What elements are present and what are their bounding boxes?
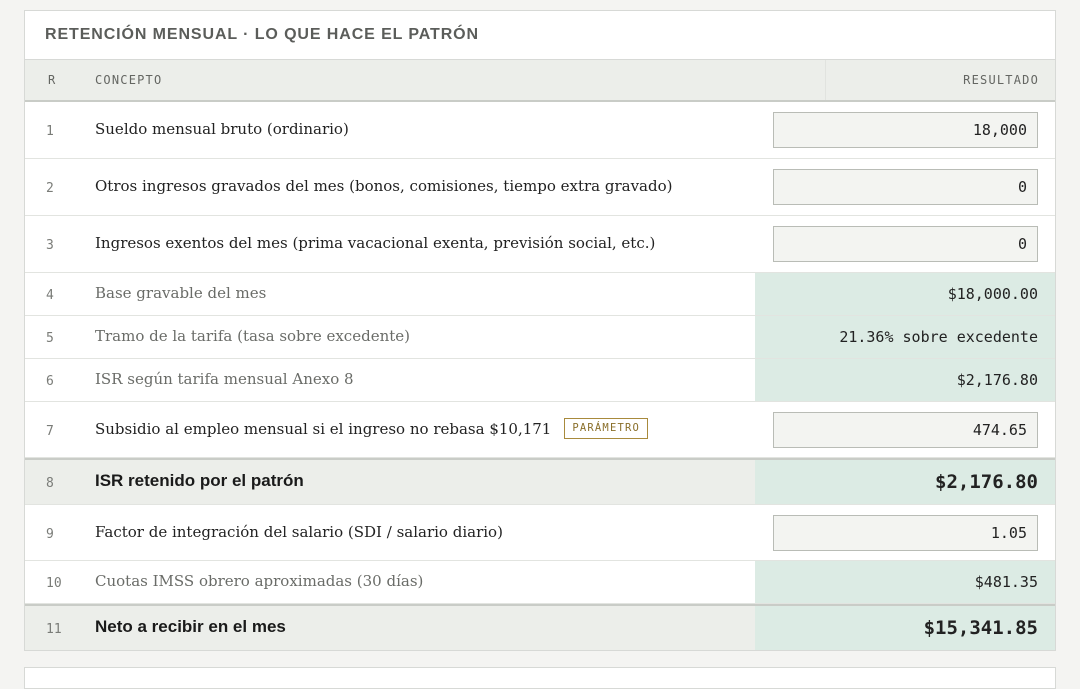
retention-panel: RETENCIÓN MENSUAL · LO QUE HACE EL PATRÓ… (24, 10, 1056, 651)
row-number: 6 (46, 374, 54, 389)
row-number: 9 (46, 526, 54, 542)
row-result (755, 505, 1055, 560)
row-number: 1 (46, 124, 54, 139)
exempt-income-input[interactable] (773, 226, 1038, 262)
table-row-total: 11 Neto a recibir en el mes $15,341.85 (25, 604, 1055, 650)
row-concept: Factor de integración del salario (SDI /… (95, 522, 503, 541)
table-row: 10 Cuotas IMSS obrero aproximadas (30 dí… (25, 561, 1055, 604)
row-concept: ISR retenido por el patrón (95, 471, 304, 490)
row-result (755, 159, 1055, 215)
isr-withheld-value: $2,176.80 (755, 460, 1055, 504)
monthly-salary-input[interactable] (773, 112, 1038, 148)
row-number: 7 (46, 423, 54, 439)
other-taxable-income-input[interactable] (773, 169, 1038, 205)
row-concept: Sueldo mensual bruto (ordinario) (95, 120, 349, 138)
table-row: 1 Sueldo mensual bruto (ordinario) (25, 102, 1055, 159)
column-header-r: R (48, 73, 57, 87)
net-pay-value: $15,341.85 (755, 606, 1055, 650)
row-concept: Neto a recibir en el mes (95, 617, 286, 636)
row-result (755, 102, 1055, 158)
table-row: 6 ISR según tarifa mensual Anexo 8 $2,17… (25, 359, 1055, 402)
table-row: 5 Tramo de la tarifa (tasa sobre exceden… (25, 316, 1055, 359)
row-result (755, 402, 1055, 457)
employment-subsidy-input[interactable] (773, 411, 1038, 448)
table-row-total: 8 ISR retenido por el patrón $2,176.80 (25, 458, 1055, 505)
integration-factor-input[interactable] (773, 514, 1038, 551)
row-concept: Tramo de la tarifa (tasa sobre excedente… (95, 327, 410, 345)
header-divider (825, 60, 826, 100)
row-number: 2 (46, 181, 54, 196)
imss-fees-value: $481.35 (755, 561, 1055, 603)
row-concept: Otros ingresos gravados del mes (bonos, … (95, 177, 673, 195)
row-concept: Ingresos exentos del mes (prima vacacion… (95, 234, 656, 252)
row-concept: ISR según tarifa mensual Anexo 8 (95, 370, 354, 388)
table-row: 9 Factor de integración del salario (SDI… (25, 505, 1055, 561)
table-row: 4 Base gravable del mes $18,000.00 (25, 273, 1055, 316)
next-panel (24, 667, 1056, 689)
row-concept: Subsidio al empleo mensual si el ingreso… (95, 402, 755, 457)
row-concept: Cuotas IMSS obrero aproximadas (30 días) (95, 572, 424, 590)
table-row: 3 Ingresos exentos del mes (prima vacaci… (25, 216, 1055, 273)
panel-title: RETENCIÓN MENSUAL · LO QUE HACE EL PATRÓ… (25, 11, 1055, 60)
row-number: 5 (46, 331, 54, 346)
row-result (755, 216, 1055, 272)
tariff-bracket-value: 21.36% sobre excedente (755, 316, 1055, 358)
row-number: 10 (46, 576, 62, 591)
taxable-base-value: $18,000.00 (755, 273, 1055, 315)
table-row: 2 Otros ingresos gravados del mes (bonos… (25, 159, 1055, 216)
row-concept-text: Subsidio al empleo mensual si el ingreso… (95, 419, 552, 438)
row-number: 8 (46, 476, 54, 491)
row-number: 4 (46, 288, 54, 303)
table-row: 7 Subsidio al empleo mensual si el ingre… (25, 402, 1055, 458)
column-header-concept: CONCEPTO (95, 73, 163, 87)
table-header: R CONCEPTO RESULTADO (25, 60, 1055, 102)
column-header-result: RESULTADO (963, 73, 1039, 87)
isr-tariff-value: $2,176.80 (755, 359, 1055, 401)
parameter-badge: PARÁMETRO (564, 418, 649, 439)
row-number: 11 (46, 622, 62, 637)
row-number: 3 (46, 238, 54, 253)
row-concept: Base gravable del mes (95, 284, 267, 302)
